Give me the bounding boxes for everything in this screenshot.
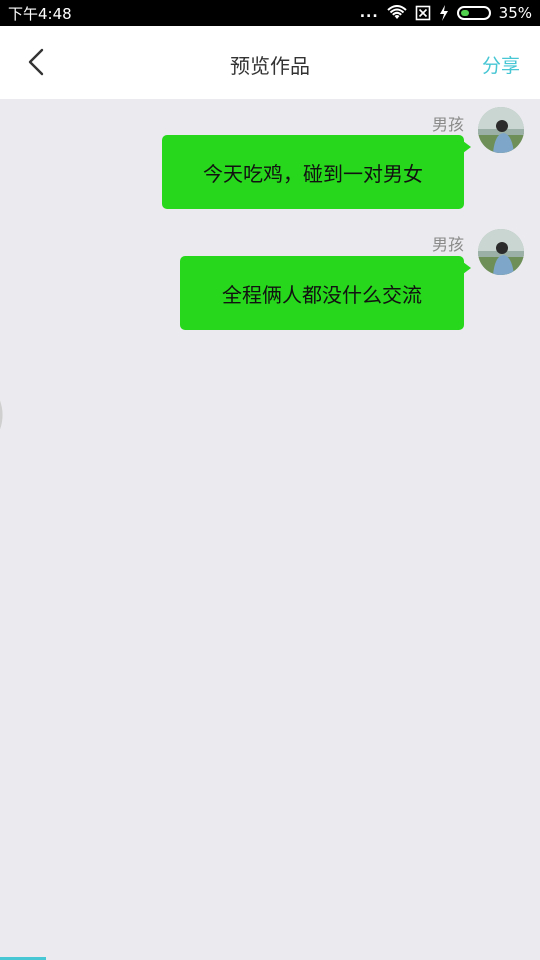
battery-percent: 35% [498, 4, 532, 22]
sender-name: 男孩 [431, 235, 464, 254]
avatar[interactable] [478, 229, 524, 275]
message-bubble[interactable]: 今天吃鸡，碰到一对男女 [162, 135, 471, 209]
battery-fill [460, 10, 470, 16]
wifi-icon [386, 5, 407, 19]
header-bar: 预览作品 分享 [0, 26, 540, 99]
side-handle-icon [0, 400, 3, 430]
avatar-image [478, 229, 524, 275]
sender-name: 男孩 [431, 115, 464, 134]
message-row: 男孩 今天吃鸡，碰到一对男女 [0, 107, 524, 219]
message-row: 男孩 全程俩人都没什么交流 [0, 229, 524, 341]
status-bar: 下午4:48 ... 35% [0, 0, 540, 26]
avatar-image [478, 107, 524, 153]
sim-off-icon [415, 5, 430, 21]
page-title: 预览作品 [230, 54, 310, 78]
signal-dots: ... [359, 5, 379, 21]
battery-icon [456, 6, 491, 20]
avatar[interactable] [478, 107, 524, 153]
status-time: 下午4:48 [8, 4, 72, 23]
charging-icon [439, 5, 448, 21]
chat-area[interactable]: 男孩 今天吃鸡，碰到一对男女 男孩 全程俩人都没什么交流 [0, 99, 540, 960]
status-icons: ... 35% [360, 4, 532, 22]
message-bubble[interactable]: 全程俩人都没什么交流 [180, 256, 471, 330]
share-button[interactable]: 分享 [482, 51, 520, 78]
